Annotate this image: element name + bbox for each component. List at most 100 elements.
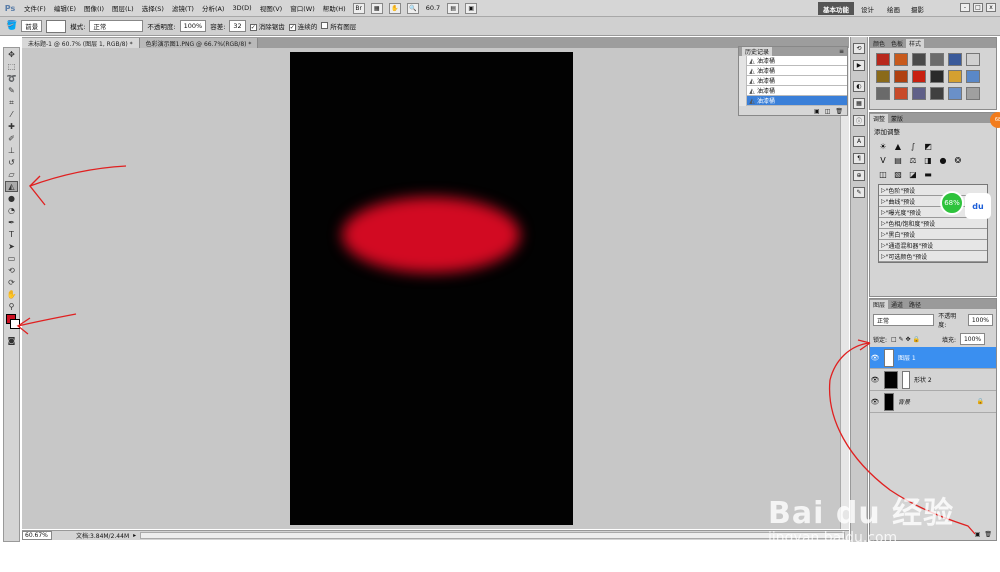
maximize-button[interactable]: □: [973, 3, 983, 12]
photo-filter-icon[interactable]: ●: [938, 155, 948, 165]
canvas-horizontal-scrollbar[interactable]: [140, 532, 845, 539]
clone-stamp-tool-icon[interactable]: ⊥: [5, 145, 18, 156]
hand-tool-icon[interactable]: ✋: [5, 289, 18, 300]
fill-source-select[interactable]: 前景: [21, 20, 43, 32]
background-color-swatch[interactable]: [10, 319, 20, 329]
style-swatch[interactable]: [894, 87, 908, 100]
blend-mode-select[interactable]: 正常: [873, 314, 935, 326]
3d-rotate-tool-icon[interactable]: ⟲: [5, 265, 18, 276]
brush-tool-icon[interactable]: ✐: [5, 133, 18, 144]
status-zoom-field[interactable]: 60.67%: [22, 531, 52, 540]
style-swatch[interactable]: [930, 70, 944, 83]
tab-masks[interactable]: 蒙版: [888, 114, 906, 123]
vibrance-icon[interactable]: V: [878, 155, 888, 165]
zoom-level[interactable]: 60.7: [422, 4, 444, 12]
antialias-option[interactable]: ✓ 消除锯齿: [249, 21, 285, 31]
arrange-icon[interactable]: ▤: [447, 2, 460, 14]
menu-image[interactable]: 图像(I): [80, 3, 108, 13]
eraser-tool-icon[interactable]: ▱: [5, 169, 18, 180]
workspace-design[interactable]: 设计: [856, 2, 879, 15]
panel-menu-icon[interactable]: ≡: [839, 48, 844, 55]
menu-file[interactable]: 文件(F): [20, 3, 50, 13]
orange-badge[interactable]: 68: [990, 112, 1000, 128]
style-swatch[interactable]: [876, 53, 890, 66]
workspace-photography[interactable]: 摄影: [906, 2, 929, 15]
move-tool-icon[interactable]: ✥: [5, 49, 18, 60]
tab-untitled-1[interactable]: 未标题-1 @ 60.7% (图层 1, RGB/8) *: [22, 38, 140, 48]
menu-view[interactable]: 视图(V): [256, 3, 287, 13]
levels-icon[interactable]: ▲: [893, 141, 903, 151]
style-swatch[interactable]: [912, 53, 926, 66]
menu-select[interactable]: 选择(S): [138, 3, 168, 13]
shape-tool-icon[interactable]: ▭: [5, 253, 18, 264]
style-swatch[interactable]: [948, 53, 962, 66]
all-layers-option[interactable]: 所有图层: [321, 21, 356, 31]
tab-channels[interactable]: 通道: [888, 300, 906, 309]
workspace-essentials[interactable]: 基本功能: [818, 2, 854, 15]
menu-filter[interactable]: 滤镜(T): [168, 3, 198, 13]
history-item[interactable]: ◭ 油漆桶: [739, 75, 847, 86]
history-item[interactable]: ◭ 油漆桶: [739, 95, 847, 106]
delete-layer-icon[interactable]: 🗑: [984, 531, 992, 538]
brushes-dock-icon[interactable]: ✎: [853, 187, 865, 198]
menu-layer[interactable]: 图层(L): [108, 3, 138, 13]
marquee-tool-icon[interactable]: ⬚: [5, 61, 18, 72]
dodge-tool-icon[interactable]: ◔: [5, 205, 18, 216]
style-swatch[interactable]: [966, 70, 980, 83]
gradient-map-icon[interactable]: ▬: [923, 169, 933, 179]
visibility-eye-icon[interactable]: 👁: [870, 354, 880, 362]
quick-select-tool-icon[interactable]: ✎: [5, 85, 18, 96]
antialias-checkbox[interactable]: ✓: [249, 24, 257, 31]
tab-adjustments[interactable]: 调整: [870, 114, 889, 123]
tab-swatches[interactable]: 色板: [888, 39, 906, 48]
paint-bucket-icon[interactable]: 🪣: [6, 21, 17, 31]
exposure-icon[interactable]: ◩: [923, 141, 933, 151]
3d-camera-tool-icon[interactable]: ⟳: [5, 277, 18, 288]
status-arrow-icon[interactable]: ▸: [133, 532, 136, 539]
layer-row-background[interactable]: 👁 背景 🔒: [870, 391, 996, 413]
pen-tool-icon[interactable]: ✒: [5, 217, 18, 228]
visibility-eye-icon[interactable]: 👁: [870, 376, 880, 384]
history-item[interactable]: ◭ 油漆桶: [739, 55, 847, 66]
swatches-dock-icon[interactable]: ▦: [853, 98, 865, 109]
adjustment-preset-item[interactable]: ▷ "色相/饱和度"预设: [879, 218, 987, 229]
tab-styles[interactable]: 样式: [906, 39, 925, 48]
canvas-workspace[interactable]: [22, 48, 849, 529]
green-progress-badge[interactable]: 68%: [940, 191, 964, 215]
history-gutter[interactable]: [739, 75, 747, 86]
history-gutter[interactable]: [739, 95, 747, 106]
document-canvas[interactable]: [290, 52, 573, 525]
style-swatch[interactable]: [876, 87, 890, 100]
minimize-button[interactable]: -: [960, 3, 970, 12]
all-layers-checkbox[interactable]: [321, 22, 329, 29]
history-brush-tool-icon[interactable]: ↺: [5, 157, 18, 168]
type-tool-icon[interactable]: T: [5, 229, 18, 240]
curves-icon[interactable]: ∫: [908, 141, 918, 151]
brightness-icon[interactable]: ☀: [878, 141, 888, 151]
blur-tool-icon[interactable]: ●: [5, 193, 18, 204]
bridge-icon[interactable]: Br: [352, 2, 365, 14]
healing-brush-tool-icon[interactable]: ✚: [5, 121, 18, 132]
style-swatch[interactable]: [948, 87, 962, 100]
crop-tool-icon[interactable]: ⌗: [5, 97, 18, 108]
style-swatch[interactable]: [894, 70, 908, 83]
threshold-icon[interactable]: ◪: [908, 169, 918, 179]
history-item[interactable]: ◭ 油漆桶: [739, 85, 847, 96]
doc-size-info[interactable]: 文档:3.84M/2.44M: [76, 531, 129, 540]
style-swatch[interactable]: [966, 53, 980, 66]
pattern-swatch[interactable]: [46, 19, 67, 33]
layer-opacity-field[interactable]: 100%: [967, 314, 993, 326]
adjustment-preset-item[interactable]: ▷ "通道混和器"预设: [879, 240, 987, 251]
history-gutter[interactable]: [739, 85, 747, 96]
black-white-icon[interactable]: ◨: [923, 155, 933, 165]
style-swatch[interactable]: [912, 87, 926, 100]
tab-color[interactable]: 颜色: [870, 39, 888, 48]
history-gutter[interactable]: [739, 65, 747, 76]
lock-icons[interactable]: □ ✎ ✥ 🔒: [891, 336, 920, 343]
history-item[interactable]: ◭ 油漆桶: [739, 65, 847, 76]
eyedropper-tool-icon[interactable]: ⁄: [5, 109, 18, 120]
lasso-tool-icon[interactable]: ➰: [5, 73, 18, 84]
paint-bucket-tool-icon[interactable]: ◭: [5, 181, 18, 192]
path-select-tool-icon[interactable]: ➤: [5, 241, 18, 252]
layer-row-shape-2[interactable]: 👁 形状 2: [870, 369, 996, 391]
